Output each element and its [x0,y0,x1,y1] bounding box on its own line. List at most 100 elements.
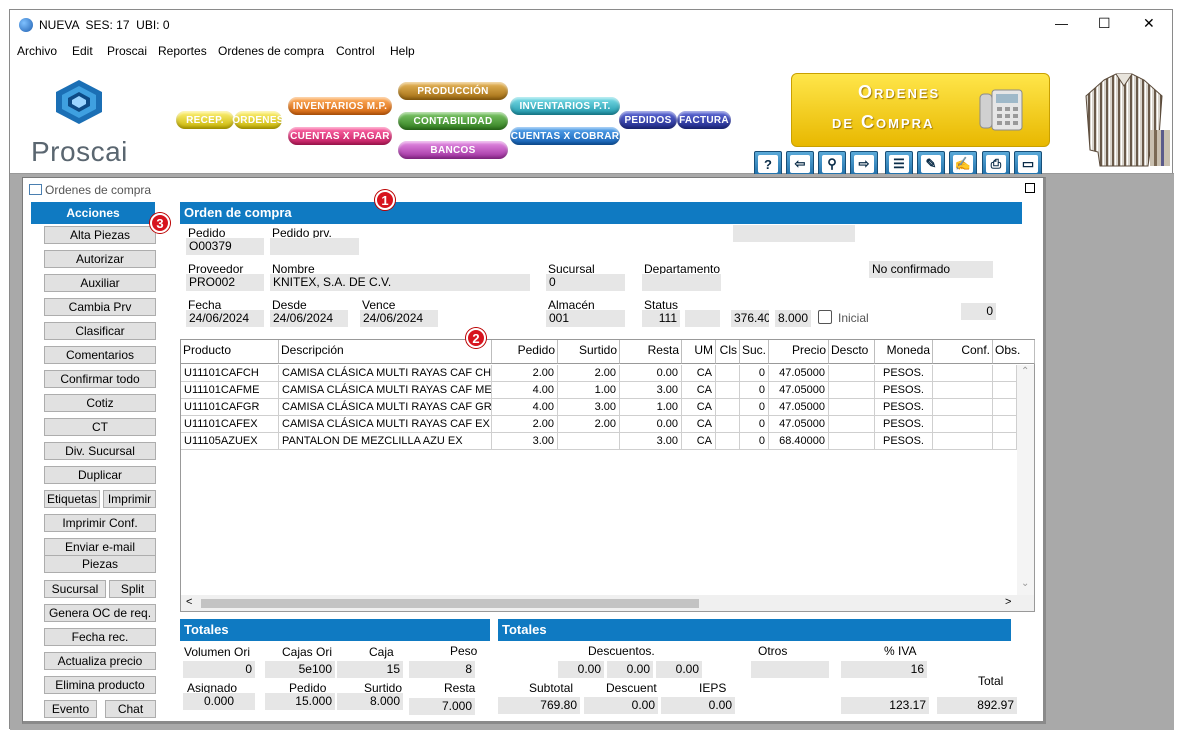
almacen-field[interactable]: 001 [546,310,625,327]
cell-descto[interactable] [829,433,875,450]
cell-moneda[interactable]: PESOS. [875,382,933,399]
cell-surtido[interactable]: 2.00 [558,416,620,433]
col-conf[interactable]: Conf. [933,340,993,364]
cell-surtido[interactable]: 2.00 [558,365,620,382]
cell-um[interactable]: CA [682,416,716,433]
col-suc[interactable]: Suc. [740,340,769,364]
cell-conf[interactable] [933,399,993,416]
cell-pedido[interactable]: 4.00 [492,382,558,399]
chat-button[interactable]: Chat [105,700,156,718]
cell-cls[interactable] [716,416,740,433]
scroll-right-icon[interactable]: > [1005,596,1011,608]
cell-descripcion[interactable]: CAMISA CLÁSICA MULTI RAYAS CAF GR [279,399,492,416]
cell-um[interactable]: CA [682,433,716,450]
scroll-left-icon[interactable]: < [186,596,192,608]
cell-obs[interactable] [993,433,1017,450]
cell-obs[interactable] [993,399,1017,416]
col-um[interactable]: UM [682,340,716,364]
scroll-down-icon[interactable]: ⌄ [1021,578,1029,589]
cell-resta[interactable]: 0.00 [620,416,682,433]
cell-moneda[interactable]: PESOS. [875,365,933,382]
inventarios-mp-button[interactable]: INVENTARIOS M.P. [288,97,392,115]
vence-field[interactable]: 24/06/2024 [360,310,438,327]
cuentas-cobrar-button[interactable]: CUENTAS X COBRAR [510,127,620,145]
vertical-scrollbar[interactable] [1017,365,1034,595]
col-producto[interactable]: Producto [181,340,279,364]
col-cls[interactable]: Cls [716,340,740,364]
col-pedido[interactable]: Pedido [492,340,558,364]
cell-pedido[interactable]: 3.00 [492,433,558,450]
auxiliar-button[interactable]: Auxiliar [44,274,156,292]
split-button[interactable]: Split [109,580,156,598]
menu-control[interactable]: Control [336,44,375,58]
cell-moneda[interactable]: PESOS. [875,433,933,450]
scroll-up-icon[interactable]: ⌃ [1021,366,1029,377]
cell-descripcion[interactable]: CAMISA CLÁSICA MULTI RAYAS CAF CH [279,365,492,382]
ordenes-button[interactable]: ORDENES [232,111,283,129]
factura-button[interactable]: FACTURA [677,111,731,129]
div-sucursal-button[interactable]: Div. Sucursal [44,442,156,460]
cell-descto[interactable] [829,399,875,416]
pedido-field[interactable]: O00379 [186,238,264,255]
cell-pedido[interactable]: 2.00 [492,365,558,382]
col-moneda[interactable]: Moneda [875,340,933,364]
cell-moneda[interactable]: PESOS. [875,399,933,416]
table-row[interactable]: U11105AZUEX PANTALON DE MEZCLILLA AZU EX 3… [181,433,1017,450]
cell-surtido[interactable]: 1.00 [558,382,620,399]
genera-oc-button[interactable]: Genera OC de req. [44,604,156,622]
cell-conf[interactable] [933,382,993,399]
cell-producto[interactable]: U11101CAFEX [181,416,279,433]
cell-descto[interactable] [829,416,875,433]
cell-conf[interactable] [933,365,993,382]
cambia-prv-button[interactable]: Cambia Prv [44,298,156,316]
cell-surtido[interactable] [558,433,620,450]
produccion-button[interactable]: PRODUCCIÓN [398,82,508,100]
piezas-button[interactable]: Piezas [44,555,156,573]
cotiz-button[interactable]: Cotiz [44,394,156,412]
cell-precio[interactable]: 47.05000 [769,399,829,416]
cell-pedido[interactable]: 2.00 [492,416,558,433]
cell-obs[interactable] [993,416,1017,433]
recep-button[interactable]: RECEP. [176,111,234,129]
departamento-field[interactable] [642,274,721,291]
col-resta[interactable]: Resta [620,340,682,364]
menu-ordenes-compra[interactable]: Ordenes de compra [218,44,324,58]
cell-precio[interactable]: 47.05000 [769,416,829,433]
cell-precio[interactable]: 47.05000 [769,382,829,399]
table-row[interactable]: U11101CAFCH CAMISA CLÁSICA MULTI RAYAS CA… [181,365,1017,382]
cell-producto[interactable]: U11105AZUEX [181,433,279,450]
cell-suc[interactable]: 0 [740,433,769,450]
sucursal-field[interactable]: 0 [546,274,625,291]
menu-archivo[interactable]: Archivo [17,44,57,58]
cell-resta[interactable]: 3.00 [620,433,682,450]
cell-producto[interactable]: U11101CAFCH [181,365,279,382]
table-row[interactable]: U11101CAFEX CAMISA CLÁSICA MULTI RAYAS CA… [181,416,1017,433]
cell-descto[interactable] [829,382,875,399]
pedido-prv-field[interactable] [270,238,359,255]
maximize-button[interactable]: ☐ [1098,15,1111,32]
inventarios-pt-button[interactable]: INVENTARIOS P.T. [510,97,620,115]
minimize-button[interactable]: — [1055,16,1068,31]
evento-button[interactable]: Evento [44,700,97,718]
autorizar-button[interactable]: Autorizar [44,250,156,268]
cell-suc[interactable]: 0 [740,416,769,433]
cell-precio[interactable]: 68.40000 [769,433,829,450]
pedidos-button[interactable]: PEDIDOS [619,111,677,129]
cuentas-pagar-button[interactable]: CUENTAS X PAGAR [288,127,392,145]
cell-cls[interactable] [716,433,740,450]
contabilidad-button[interactable]: CONTABILIDAD [398,112,508,130]
status-field[interactable]: 111 [642,310,680,327]
cell-suc[interactable]: 0 [740,399,769,416]
cell-cls[interactable] [716,382,740,399]
cell-producto[interactable]: U11101CAFGR [181,399,279,416]
subwindow-maximize-button[interactable] [1025,183,1035,193]
imprimir-button[interactable]: Imprimir [103,490,156,508]
duplicar-button[interactable]: Duplicar [44,466,156,484]
nombre-field[interactable]: KNITEX, S.A. DE C.V. [270,274,530,291]
fecha-field[interactable]: 24/06/2024 [186,310,264,327]
cell-suc[interactable]: 0 [740,365,769,382]
bancos-button[interactable]: BANCOS [398,141,508,159]
col-surtido[interactable]: Surtido [558,340,620,364]
cell-descripcion[interactable]: PANTALON DE MEZCLILLA AZU EX [279,433,492,450]
inicial-checkbox[interactable] [818,310,832,324]
